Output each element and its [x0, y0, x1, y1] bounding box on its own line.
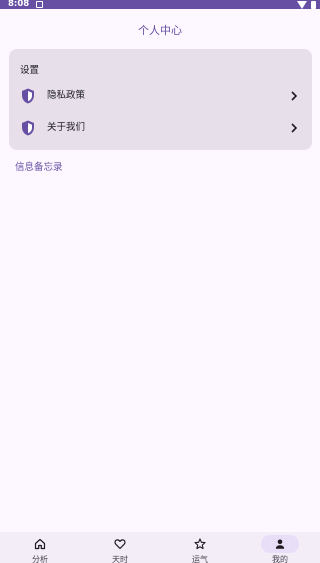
notification-icon [36, 1, 43, 8]
nav-tab-analysis[interactable]: 分析 [0, 532, 80, 563]
nav-label-analysis: 分析 [32, 555, 48, 563]
privacy-policy-item[interactable]: 隐私政策 [9, 80, 312, 112]
nav-tab-luck[interactable]: 运气 [160, 532, 240, 563]
nav-label-mine: 我的 [272, 555, 288, 563]
star-icon [194, 538, 206, 550]
heart-icon [114, 539, 126, 550]
info-memo-link[interactable]: 信息备忘录 [15, 161, 63, 175]
nav-tab-timing[interactable]: 天时 [80, 532, 160, 563]
nav-label-luck: 运气 [192, 555, 208, 563]
shield-icon [22, 120, 34, 136]
chevron-right-icon [291, 91, 298, 101]
settings-heading: 设置 [20, 65, 40, 76]
about-us-label: 关于我们 [47, 122, 86, 133]
status-time: 8:08 [8, 0, 30, 9]
wifi-icon [297, 1, 307, 9]
nav-label-timing: 天时 [112, 555, 128, 563]
about-us-item[interactable]: 关于我们 [9, 112, 312, 144]
chevron-right-icon [291, 123, 298, 133]
privacy-policy-label: 隐私政策 [47, 90, 86, 101]
person-icon [275, 539, 285, 549]
bottom-nav: 分析 天时 运气 我的 [0, 532, 320, 563]
status-bar: 8:08 [0, 0, 320, 9]
home-icon [34, 538, 46, 550]
nav-tab-mine[interactable]: 我的 [240, 532, 320, 563]
settings-card: 设置 隐私政策 关于我们 [9, 49, 312, 150]
page-title: 个人中心 [138, 24, 182, 37]
shield-icon [22, 88, 34, 104]
battery-icon [311, 1, 316, 9]
